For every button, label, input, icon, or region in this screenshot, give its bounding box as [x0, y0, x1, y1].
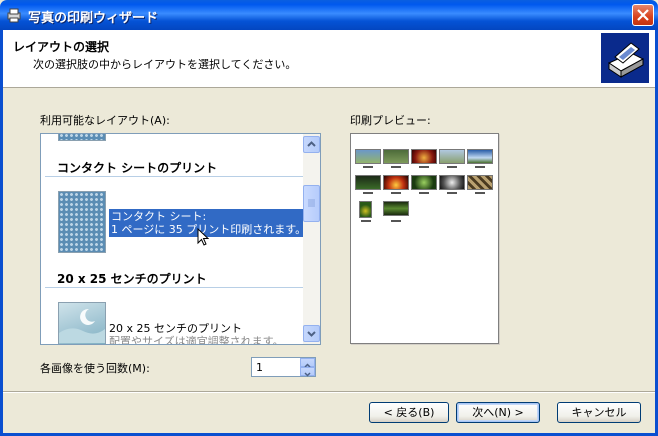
preview-caption: [391, 192, 401, 194]
preview-caption: [363, 166, 373, 168]
window-title: 写真の印刷ウィザード: [28, 11, 159, 26]
copies-label: 各画像を使う回数(M):: [40, 362, 150, 375]
next-button[interactable]: 次へ(N) >: [456, 402, 540, 423]
spin-up-button[interactable]: [300, 358, 315, 368]
layout-item-line2: 配置やサイズは適宜調整されます。: [109, 335, 284, 345]
grip-icon: [308, 199, 315, 207]
preview-caption: [361, 220, 371, 222]
scroll-down-button[interactable]: [303, 325, 320, 342]
back-button[interactable]: < 戻る(B): [369, 402, 449, 423]
page-title: レイアウトの選択: [13, 40, 110, 54]
preview-thumbnail: [383, 175, 409, 190]
preview-caption: [419, 192, 429, 194]
preview-thumbnail: [411, 175, 437, 190]
preview-caption: [447, 166, 457, 168]
chevron-down-icon: [304, 372, 311, 377]
preview-caption: [447, 192, 457, 194]
copies-spinner[interactable]: 1: [251, 357, 316, 377]
preview-caption: [391, 166, 401, 168]
preview-thumbnail: [467, 149, 493, 164]
layout-list-scrollbar[interactable]: [303, 134, 320, 344]
section-title-20x25: 20 x 25 センチのプリント: [57, 272, 207, 286]
preview-thumbnail: [355, 175, 381, 190]
close-icon: [637, 9, 649, 21]
preview-thumbnail: [439, 175, 465, 190]
close-button[interactable]: [632, 4, 654, 26]
preview-thumbnail: [383, 201, 409, 216]
moon-icon: [59, 308, 105, 343]
section-divider: [45, 287, 303, 288]
chevron-down-icon: [307, 331, 316, 337]
preview-caption: [391, 220, 401, 222]
chevron-up-icon: [307, 141, 316, 147]
window-border-left: [0, 30, 3, 436]
preview-caption: [419, 166, 429, 168]
preview-label: 印刷プレビュー:: [350, 114, 431, 127]
printer-icon: [7, 8, 21, 23]
contact-sheet-thumbnail-partial: [58, 134, 106, 141]
layout-item-line1: コンタクト シート:: [111, 210, 207, 223]
preview-caption: [363, 192, 373, 194]
layouts-label: 利用可能なレイアウト(A):: [40, 114, 170, 127]
preview-thumbnail: [359, 201, 372, 218]
title-bar: 写真の印刷ウィザード: [0, 0, 658, 30]
footer-divider: [3, 391, 655, 393]
cancel-button[interactable]: キャンセル: [557, 402, 641, 423]
preview-thumbnail: [355, 149, 381, 164]
contact-sheet-thumbnail[interactable]: [58, 191, 106, 253]
preview-caption: [475, 192, 485, 194]
preview-thumbnail: [467, 175, 493, 190]
mouse-cursor-icon: [197, 228, 210, 246]
scroll-up-button[interactable]: [303, 136, 320, 153]
scroll-thumb[interactable]: [303, 185, 320, 222]
print-20x25-thumbnail[interactable]: [58, 302, 106, 344]
preview-caption: [475, 166, 485, 168]
preview-thumbnail: [439, 149, 465, 164]
section-divider: [45, 176, 303, 177]
section-title-contact-sheet: コンタクト シートのプリント: [57, 161, 218, 175]
copies-value[interactable]: 1: [256, 361, 263, 374]
preview-thumbnail: [383, 149, 409, 164]
layout-item-line1: 20 x 25 センチのプリント: [109, 322, 242, 335]
layout-list: コンタクト シートのプリント コンタクト シート: 1 ページに 35 プリント…: [41, 134, 309, 345]
spin-down-button[interactable]: [300, 367, 315, 377]
print-wizard-icon: [601, 33, 649, 83]
layout-item-20x25[interactable]: 20 x 25 センチのプリント 配置やサイズは適宜調整されます。: [109, 322, 284, 345]
wizard-header: レイアウトの選択 次の選択肢の中からレイアウトを選択してください。: [3, 30, 655, 88]
print-preview: [350, 133, 499, 344]
layout-listbox[interactable]: コンタクト シートのプリント コンタクト シート: 1 ページに 35 プリント…: [40, 133, 321, 345]
page-subtitle: 次の選択肢の中からレイアウトを選択してください。: [33, 58, 297, 71]
preview-thumbnail: [411, 149, 437, 164]
spinner-buttons: [300, 358, 315, 377]
